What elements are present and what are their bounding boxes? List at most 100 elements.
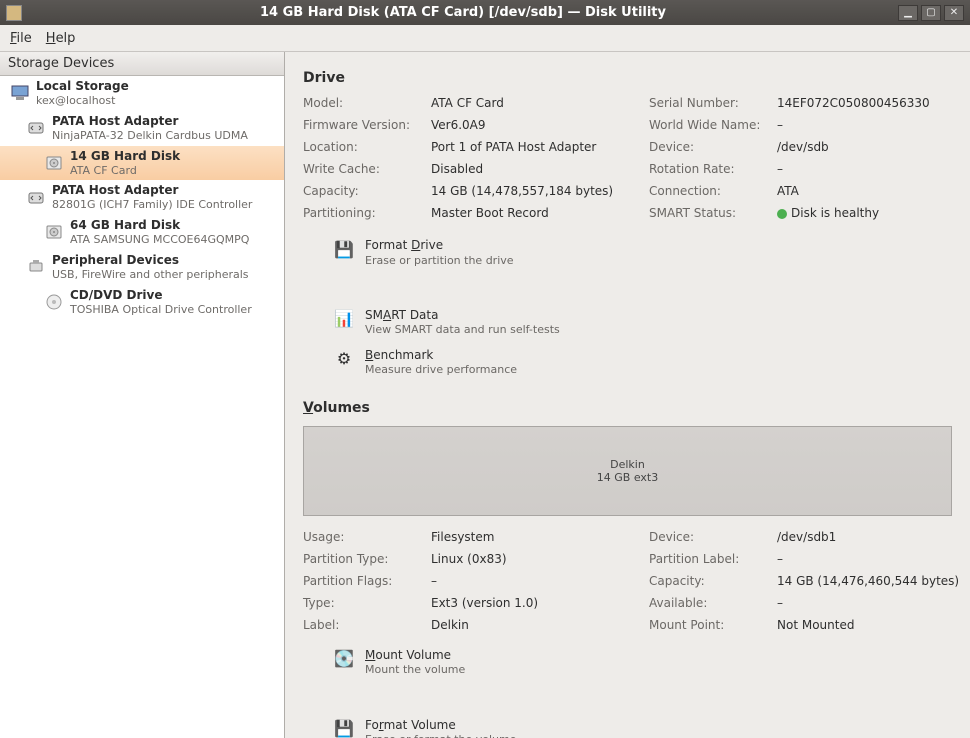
label-available: Available: <box>649 596 769 610</box>
sidebar: Storage Devices Local Storagekex@localho… <box>0 52 285 738</box>
tree-item-primary: Local Storage <box>36 79 129 94</box>
tree-item-primary: Peripheral Devices <box>52 253 249 268</box>
value-smart: Disk is healthy <box>777 206 970 220</box>
value-device: /dev/sdb <box>777 140 970 154</box>
label-device: Device: <box>649 140 769 154</box>
value-partitioning: Master Boot Record <box>431 206 641 220</box>
value-wwn: – <box>777 118 970 132</box>
value-mount: Not Mounted <box>777 618 970 632</box>
value-usage: Filesystem <box>431 530 641 544</box>
menu-file[interactable]: File <box>10 31 32 46</box>
label-smart: SMART Status: <box>649 206 769 220</box>
adapter-icon <box>26 188 46 208</box>
label-firmware: Firmware Version: <box>303 118 423 132</box>
tree-item-secondary: NinjaPATA-32 Delkin Cardbus UDMA <box>52 129 248 143</box>
value-vlabel: Delkin <box>431 618 641 632</box>
value-rotation: – <box>777 162 970 176</box>
app-icon <box>6 5 22 21</box>
value-vcapacity: 14 GB (14,476,460,544 bytes) <box>777 574 970 588</box>
tree-item-primary: 14 GB Hard Disk <box>70 149 180 164</box>
label-writecache: Write Cache: <box>303 162 423 176</box>
mount-volume-action[interactable]: 💽 Mount Volume Mount the volume <box>333 648 623 678</box>
status-dot-icon <box>777 209 787 219</box>
value-ptype: Linux (0x83) <box>431 552 641 566</box>
minimize-button[interactable]: ▁ <box>898 5 918 21</box>
value-writecache: Disabled <box>431 162 641 176</box>
benchmark-icon: ⚙ <box>333 348 355 370</box>
tree-item-5[interactable]: Peripheral DevicesUSB, FireWire and othe… <box>0 250 284 285</box>
smart-data-action[interactable]: 📊 SMART Data View SMART data and run sel… <box>333 308 623 338</box>
label-capacity: Capacity: <box>303 184 423 198</box>
value-vdevice: /dev/sdb1 <box>777 530 970 544</box>
label-partitioning: Partitioning: <box>303 206 423 220</box>
content-pane: Drive Model: ATA CF Card Serial Number: … <box>285 52 970 738</box>
peripheral-icon <box>26 257 46 277</box>
label-pflags: Partition Flags: <box>303 574 423 588</box>
label-plabel: Partition Label: <box>649 552 769 566</box>
value-model: ATA CF Card <box>431 96 641 110</box>
drive-properties: Model: ATA CF Card Serial Number: 14EF07… <box>303 96 952 220</box>
window-title: 14 GB Hard Disk (ATA CF Card) [/dev/sdb]… <box>28 5 898 20</box>
drive-heading: Drive <box>303 70 952 86</box>
value-available: – <box>777 596 970 610</box>
label-usage: Usage: <box>303 530 423 544</box>
label-type: Type: <box>303 596 423 610</box>
tree-item-secondary: kex@localhost <box>36 94 129 108</box>
label-mount: Mount Point: <box>649 618 769 632</box>
volume-size: 14 GB ext3 <box>597 471 658 484</box>
volume-name: Delkin <box>610 458 645 471</box>
tree-item-secondary: ATA SAMSUNG MCCOE64GQMPQ <box>70 233 249 247</box>
disk-icon <box>44 222 64 242</box>
tree-item-3[interactable]: PATA Host Adapter82801G (ICH7 Family) ID… <box>0 180 284 215</box>
sidebar-header: Storage Devices <box>0 52 284 76</box>
volume-properties: Usage: Filesystem Device: /dev/sdb1 Part… <box>303 530 952 632</box>
tree-item-secondary: USB, FireWire and other peripherals <box>52 268 249 282</box>
device-tree: Local Storagekex@localhostPATA Host Adap… <box>0 76 284 738</box>
format-drive-action[interactable]: 💾 Format Drive Erase or partition the dr… <box>333 238 623 268</box>
tree-item-2[interactable]: 14 GB Hard DiskATA CF Card <box>0 146 284 181</box>
format-volume-action[interactable]: 💾 Format Volume Erase or format the volu… <box>333 718 623 738</box>
computer-icon <box>10 83 30 103</box>
value-plabel: – <box>777 552 970 566</box>
volume-map[interactable]: Delkin 14 GB ext3 <box>303 426 952 516</box>
label-model: Model: <box>303 96 423 110</box>
value-connection: ATA <box>777 184 970 198</box>
label-vdevice: Device: <box>649 530 769 544</box>
label-vlabel: Label: <box>303 618 423 632</box>
titlebar: 14 GB Hard Disk (ATA CF Card) [/dev/sdb]… <box>0 0 970 25</box>
tree-item-primary: 64 GB Hard Disk <box>70 218 249 233</box>
benchmark-action[interactable]: ⚙ Benchmark Measure drive performance <box>333 348 623 378</box>
label-ptype: Partition Type: <box>303 552 423 566</box>
tree-item-secondary: 82801G (ICH7 Family) IDE Controller <box>52 198 252 212</box>
close-button[interactable]: ✕ <box>944 5 964 21</box>
format-drive-icon: 💾 <box>333 238 355 260</box>
tree-item-primary: CD/DVD Drive <box>70 288 252 303</box>
mount-icon: 💽 <box>333 648 355 670</box>
format-volume-icon: 💾 <box>333 718 355 738</box>
maximize-button[interactable]: ▢ <box>921 5 941 21</box>
tree-item-4[interactable]: 64 GB Hard DiskATA SAMSUNG MCCOE64GQMPQ <box>0 215 284 250</box>
smart-icon: 📊 <box>333 308 355 330</box>
label-wwn: World Wide Name: <box>649 118 769 132</box>
value-type: Ext3 (version 1.0) <box>431 596 641 610</box>
label-rotation: Rotation Rate: <box>649 162 769 176</box>
value-firmware: Ver6.0A9 <box>431 118 641 132</box>
label-serial: Serial Number: <box>649 96 769 110</box>
adapter-icon <box>26 118 46 138</box>
value-location: Port 1 of PATA Host Adapter <box>431 140 641 154</box>
tree-item-0[interactable]: Local Storagekex@localhost <box>0 76 284 111</box>
menu-help[interactable]: Help <box>46 31 76 46</box>
value-serial: 14EF072C050800456330 <box>777 96 970 110</box>
tree-item-6[interactable]: CD/DVD DriveTOSHIBA Optical Drive Contro… <box>0 285 284 320</box>
value-capacity: 14 GB (14,478,557,184 bytes) <box>431 184 641 198</box>
tree-item-1[interactable]: PATA Host AdapterNinjaPATA-32 Delkin Car… <box>0 111 284 146</box>
label-connection: Connection: <box>649 184 769 198</box>
menubar: File Help <box>0 25 970 52</box>
label-location: Location: <box>303 140 423 154</box>
tree-item-secondary: TOSHIBA Optical Drive Controller <box>70 303 252 317</box>
disk-icon <box>44 153 64 173</box>
tree-item-primary: PATA Host Adapter <box>52 114 248 129</box>
tree-item-primary: PATA Host Adapter <box>52 183 252 198</box>
tree-item-secondary: ATA CF Card <box>70 164 180 178</box>
label-vcapacity: Capacity: <box>649 574 769 588</box>
